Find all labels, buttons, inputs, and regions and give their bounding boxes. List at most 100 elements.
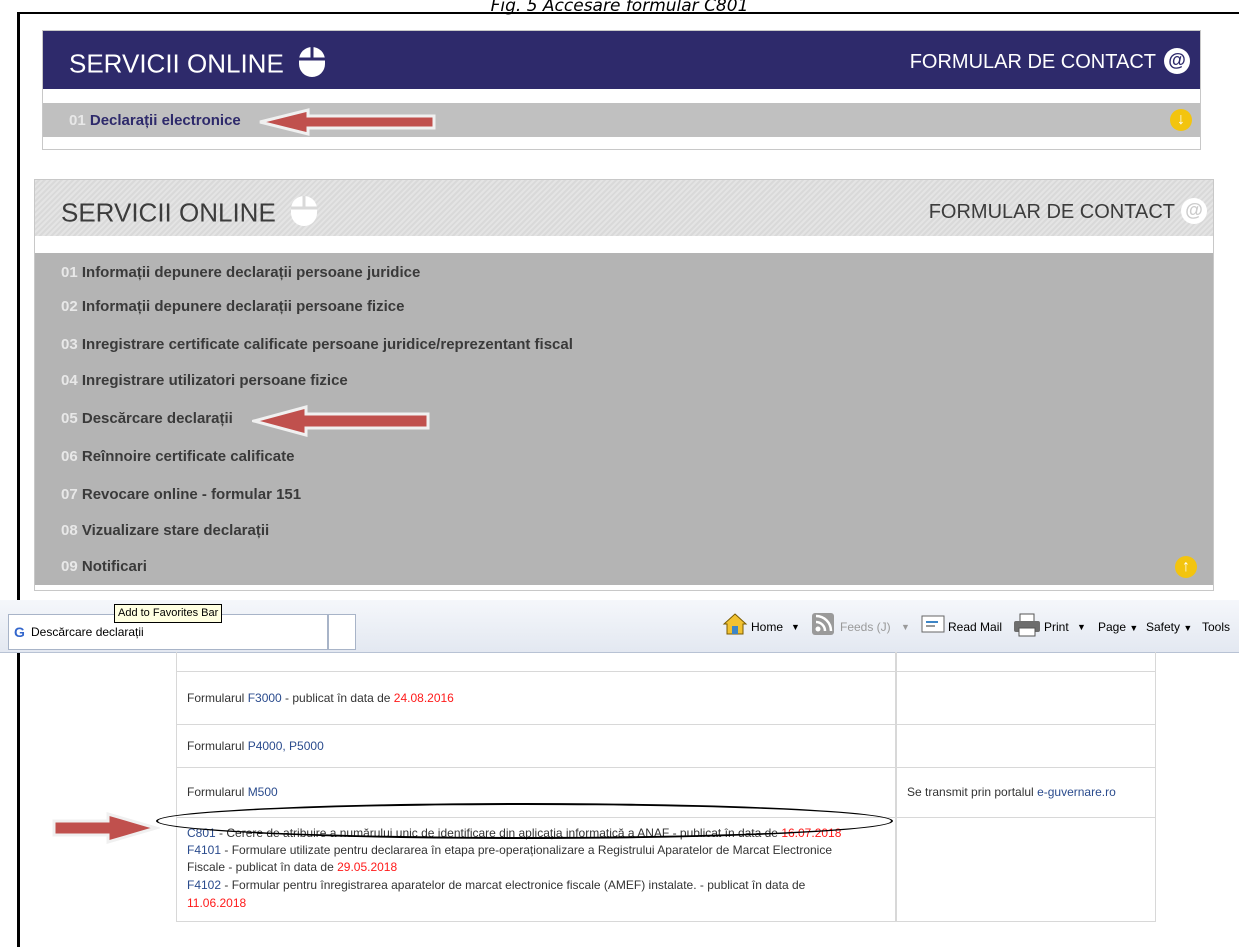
panel-title-text: SERVICII ONLINE [61, 197, 276, 228]
menu-item-descarcare-declaratii[interactable]: 05 Descărcare declarații [61, 410, 233, 427]
menu-item-number: 06 [61, 448, 78, 465]
panel-title-text: SERVICII ONLINE [69, 48, 284, 79]
new-tab-button[interactable] [328, 614, 356, 650]
contact-form-label: FORMULAR DE CONTACT [909, 51, 1156, 73]
menu-item-label: Inregistrare certificate calificate pers… [81, 336, 573, 353]
e-guvernare-link[interactable]: e-guvernare.ro [1037, 785, 1116, 799]
at-icon[interactable]: @ [1164, 48, 1190, 74]
f4102-entry-cont: 11.06.2018 [187, 896, 246, 910]
menu-item-informatii-pj[interactable]: 01 Informații depunere declarații persoa… [61, 264, 420, 281]
menu-item-number: 08 [61, 522, 78, 539]
menu-item-vizualizare-stare[interactable]: 08 Vizualizare stare declarații [61, 522, 269, 539]
tools-menu[interactable]: Tools [1202, 620, 1230, 634]
table-cell-text: Formularul P4000, P5000 [187, 739, 324, 753]
chevron-down-icon[interactable]: ▼ [1077, 622, 1086, 632]
f3000-link[interactable]: F3000 [248, 691, 282, 705]
menu-item-informatii-pf[interactable]: 02 Informații depunere declarații persoa… [61, 298, 404, 315]
menu-item-label: Revocare online - formular 151 [81, 486, 302, 503]
mouse-icon [289, 194, 319, 235]
chevron-down-icon: ▼ [1183, 623, 1193, 633]
p4000-p5000-link[interactable]: P4000, P5000 [248, 739, 324, 753]
f4101-entry-cont: Fiscale - publicat în data de 29.05.2018 [187, 860, 397, 874]
chevron-down-icon: ▼ [1129, 623, 1139, 633]
red-arrow-left-icon [252, 405, 430, 437]
panel-header: SERVICII ONLINE FORMULAR DE CONTACT @ [35, 180, 1213, 236]
publish-date: 24.08.2016 [393, 691, 454, 705]
menu-item-number: 01 [61, 264, 78, 281]
menu-item-inregistrare-certificate[interactable]: 03 Inregistrare certificate calificate p… [61, 336, 573, 353]
table-cell [896, 818, 1156, 922]
table-row-partial [176, 652, 896, 672]
menu-item-revocare-online[interactable]: 07 Revocare online - formular 151 [61, 486, 301, 503]
table-cell-text: Formularul M500 [187, 785, 278, 799]
menu-item-label: Reînnoire certificate calificate [81, 448, 295, 465]
menu-item-number: 03 [61, 336, 78, 353]
feeds-button[interactable]: Feeds (J) [840, 620, 891, 634]
publish-date: 11.06.2018 [187, 896, 247, 910]
safety-menu-label: Safety [1146, 620, 1181, 634]
safety-menu[interactable]: Safety ▼ [1146, 620, 1192, 634]
print-icon[interactable] [1012, 612, 1042, 638]
menu-item-label: Declarații electronice [89, 112, 241, 129]
red-arrow-left-icon [259, 108, 436, 136]
right-text: Se transmit prin portalul [907, 785, 1038, 799]
menu-item-number: 07 [61, 486, 78, 503]
expand-down-icon[interactable]: ↓ [1170, 109, 1192, 131]
contact-form-link[interactable]: FORMULAR DE CONTACT [929, 201, 1175, 224]
google-icon: G [14, 624, 25, 640]
menu-item-label: Inregistrare utilizatori persoane fizice [81, 372, 348, 389]
row-prefix: Formularul [187, 739, 248, 753]
menu-item-inregistrare-utilizatori[interactable]: 04 Inregistrare utilizatori persoane fiz… [61, 372, 348, 389]
f4102-link[interactable]: F4102 [187, 878, 221, 892]
f4101-description: - Formulare utilizate pentru declararea … [221, 843, 833, 857]
chevron-down-icon[interactable]: ▼ [901, 622, 910, 632]
menu-item-label: Informații depunere declarații persoane … [81, 298, 405, 315]
f4101-entry: F4101 - Formulare utilizate pentru decla… [187, 843, 832, 857]
table-row: Formularul P4000, P5000 [176, 725, 896, 768]
contact-form-label: FORMULAR DE CONTACT [928, 201, 1175, 223]
table-cell-text: Se transmit prin portalul e-guvernare.ro [907, 785, 1116, 799]
mouse-icon [297, 45, 327, 86]
menu-item-number: 02 [61, 298, 78, 315]
rss-feed-icon[interactable] [811, 612, 835, 636]
services-menu: 01 Informații depunere declarații persoa… [35, 253, 1213, 585]
menu-item-declaratii-electronice[interactable]: 01 Declarații electronice ↓ [43, 103, 1200, 137]
table-cell [896, 672, 1156, 725]
m500-link[interactable]: M500 [248, 785, 278, 799]
home-icon[interactable] [722, 612, 748, 636]
panel-header: SERVICII ONLINE FORMULAR DE CONTACT @ [43, 31, 1200, 89]
f4101-description-cont: Fiscale - publicat în data de [187, 860, 338, 874]
frame-border-top [17, 12, 1239, 14]
frame-border-left [17, 12, 20, 947]
table-row: Formularul F3000 - publicat în data de 2… [176, 672, 896, 725]
red-arrow-right-icon [52, 812, 160, 844]
menu-item-label: Informații depunere declarații persoane … [81, 264, 421, 281]
menu-item-number: 01 [69, 112, 86, 129]
row-prefix: Formularul [187, 691, 248, 705]
home-button[interactable]: Home [751, 620, 783, 634]
menu-item-number: 04 [61, 372, 78, 389]
contact-form-link[interactable]: FORMULAR DE CONTACT [910, 51, 1156, 74]
menu-item-notificari[interactable]: 09 Notificari [61, 558, 147, 575]
at-icon[interactable]: @ [1181, 198, 1207, 224]
table-cell: Se transmit prin portalul e-guvernare.ro [896, 768, 1156, 818]
menu-item-label: Notificari [81, 558, 147, 575]
services-panel-collapsed: SERVICII ONLINE FORMULAR DE CONTACT @ 01… [42, 30, 1201, 150]
table-cell-text: Formularul F3000 - publicat în data de 2… [187, 691, 454, 705]
print-button[interactable]: Print [1044, 620, 1069, 634]
read-mail-icon[interactable] [921, 612, 945, 634]
page-menu[interactable]: Page ▼ [1098, 620, 1138, 634]
read-mail-button[interactable]: Read Mail [948, 620, 1002, 634]
table-cell [896, 725, 1156, 768]
menu-item-reinnoire-certificate[interactable]: 06 Reînnoire certificate calificate [61, 448, 294, 465]
menu-item-number: 09 [61, 558, 78, 575]
menu-item-text: 01 Declarații electronice [69, 112, 241, 129]
panel-title: SERVICII ONLINE [61, 194, 319, 235]
collapse-up-icon[interactable]: ↑ [1175, 556, 1197, 578]
forms-table: Formularul F3000 - publicat în data de 2… [176, 652, 1156, 922]
f4101-link[interactable]: F4101 [187, 843, 221, 857]
row-prefix: Formularul [187, 785, 248, 799]
chevron-down-icon[interactable]: ▼ [791, 622, 800, 632]
f4102-entry: F4102 - Formular pentru înregistrarea ap… [187, 878, 805, 892]
page-menu-label: Page [1098, 620, 1127, 634]
